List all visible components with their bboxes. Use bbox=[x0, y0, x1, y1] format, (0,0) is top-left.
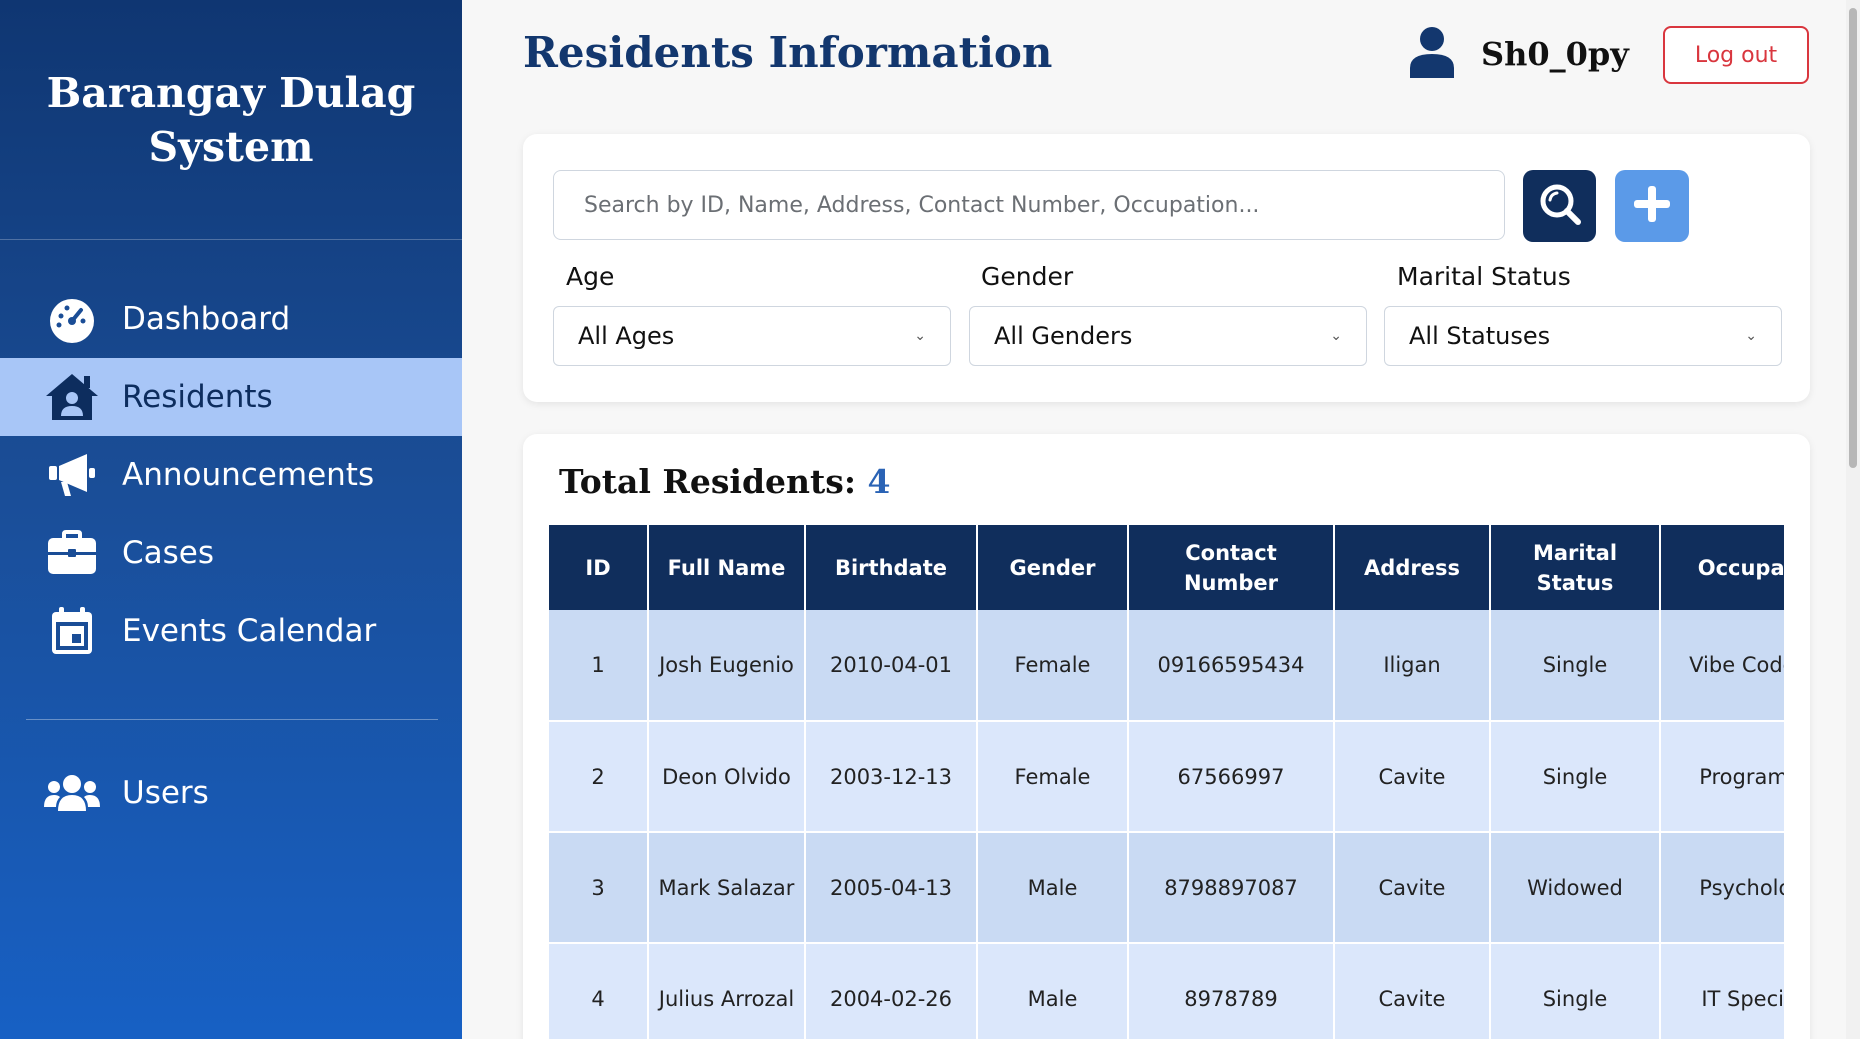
cell-name: Mark Salazar bbox=[648, 832, 806, 944]
residents-table-panel: Total Residents: 4 ID Full Name Birthdat… bbox=[523, 434, 1810, 1039]
cell-occupation: IT Specialist bbox=[1660, 943, 1784, 1039]
gender-select-value: All Genders bbox=[994, 322, 1133, 350]
total-residents: Total Residents: 4 bbox=[559, 462, 891, 501]
plus-icon bbox=[1632, 184, 1672, 228]
cell-id: 2 bbox=[549, 721, 649, 833]
cell-gender: Male bbox=[977, 943, 1129, 1039]
sidebar-item-residents[interactable]: Residents bbox=[0, 358, 462, 436]
gender-select[interactable]: All Genders ⌄ bbox=[969, 306, 1367, 366]
page-title: Residents Information bbox=[523, 28, 1053, 77]
residents-table: ID Full Name Birthdate Gender Contact Nu… bbox=[549, 525, 1784, 1039]
chevron-down-icon: ⌄ bbox=[914, 328, 926, 344]
cell-birthdate: 2004-02-26 bbox=[805, 943, 978, 1039]
cell-marital: Single bbox=[1490, 610, 1661, 722]
nav-divider bbox=[26, 719, 438, 720]
house-user-icon bbox=[44, 369, 100, 425]
cell-name: Julius Arrozal bbox=[648, 943, 806, 1039]
cell-marital: Single bbox=[1490, 943, 1661, 1039]
cell-contact: 8978789 bbox=[1128, 943, 1335, 1039]
megaphone-icon bbox=[44, 447, 100, 503]
cell-birthdate: 2005-04-13 bbox=[805, 832, 978, 944]
marital-filter-label: Marital Status bbox=[1397, 262, 1571, 291]
search-button[interactable] bbox=[1523, 170, 1596, 242]
age-select-value: All Ages bbox=[578, 322, 675, 350]
cell-gender: Female bbox=[977, 721, 1129, 833]
column-header[interactable]: Contact Number bbox=[1128, 525, 1335, 610]
column-header[interactable]: Birthdate bbox=[805, 525, 978, 610]
search-input[interactable] bbox=[553, 170, 1505, 240]
gauge-icon bbox=[44, 291, 100, 347]
cell-id: 3 bbox=[549, 832, 649, 944]
sidebar-item-announcements[interactable]: Announcements bbox=[0, 436, 462, 514]
cell-birthdate: 2003-12-13 bbox=[805, 721, 978, 833]
users-icon bbox=[44, 765, 100, 821]
search-icon bbox=[1538, 182, 1582, 230]
column-header[interactable]: Gender bbox=[977, 525, 1129, 610]
marital-select[interactable]: All Statuses ⌄ bbox=[1384, 306, 1782, 366]
cell-gender: Female bbox=[977, 610, 1129, 722]
calendar-icon bbox=[44, 603, 100, 659]
user-info: Sh0_0py bbox=[1409, 26, 1629, 82]
cell-name: Josh Eugenio bbox=[648, 610, 806, 722]
add-resident-button[interactable] bbox=[1615, 170, 1689, 242]
column-header[interactable]: Occupation bbox=[1660, 525, 1784, 610]
sidebar: Barangay Dulag System Dashboard Resident… bbox=[0, 0, 462, 1039]
cell-birthdate: 2010-04-01 bbox=[805, 610, 978, 722]
sidebar-item-events-calendar[interactable]: Events Calendar bbox=[0, 592, 462, 670]
sidebar-item-label: Events Calendar bbox=[122, 613, 377, 649]
sidebar-item-users[interactable]: Users bbox=[0, 754, 462, 832]
cell-occupation: Vibe Coderlelz bbox=[1660, 610, 1784, 722]
age-select[interactable]: All Ages ⌄ bbox=[553, 306, 951, 366]
cell-address: Cavite bbox=[1334, 721, 1491, 833]
sidebar-item-label: Residents bbox=[122, 379, 273, 415]
cell-contact: 09166595434 bbox=[1128, 610, 1335, 722]
total-label: Total Residents: bbox=[559, 462, 857, 501]
cell-contact: 67566997 bbox=[1128, 721, 1335, 833]
total-count: 4 bbox=[867, 462, 891, 501]
sidebar-nav: Dashboard Residents Announcements Cases … bbox=[0, 240, 462, 832]
table-row[interactable]: 1 Josh Eugenio 2010-04-01 Female 0916659… bbox=[549, 610, 1784, 722]
sidebar-item-label: Dashboard bbox=[122, 301, 291, 337]
cell-id: 4 bbox=[549, 943, 649, 1039]
chevron-down-icon: ⌄ bbox=[1745, 328, 1757, 344]
cell-marital: Single bbox=[1490, 721, 1661, 833]
cell-gender: Male bbox=[977, 832, 1129, 944]
table-row[interactable]: 3 Mark Salazar 2005-04-13 Male 879889708… bbox=[549, 832, 1784, 944]
cell-contact: 8798897087 bbox=[1128, 832, 1335, 944]
table-scroll-area[interactable]: ID Full Name Birthdate Gender Contact Nu… bbox=[549, 525, 1784, 1039]
page-scrollbar[interactable] bbox=[1846, 0, 1860, 1039]
table-header-row: ID Full Name Birthdate Gender Contact Nu… bbox=[549, 525, 1784, 610]
cell-occupation: Programmer bbox=[1660, 721, 1784, 833]
age-filter-label: Age bbox=[566, 262, 615, 291]
filter-panel: Age All Ages ⌄ Gender All Genders ⌄ Mari… bbox=[523, 134, 1810, 402]
brand-title: Barangay Dulag System bbox=[0, 0, 462, 240]
cell-marital: Widowed bbox=[1490, 832, 1661, 944]
cell-address: Cavite bbox=[1334, 943, 1491, 1039]
cell-id: 1 bbox=[549, 610, 649, 722]
column-header[interactable]: Full Name bbox=[648, 525, 806, 610]
column-header[interactable]: Marital Status bbox=[1490, 525, 1661, 610]
username: Sh0_0py bbox=[1481, 35, 1629, 73]
sidebar-item-cases[interactable]: Cases bbox=[0, 514, 462, 592]
cell-occupation: Psychologist bbox=[1660, 832, 1784, 944]
gender-filter-label: Gender bbox=[981, 262, 1074, 291]
scrollbar-thumb[interactable] bbox=[1849, 8, 1857, 468]
cell-name: Deon Olvido bbox=[648, 721, 806, 833]
sidebar-item-dashboard[interactable]: Dashboard bbox=[0, 280, 462, 358]
briefcase-icon bbox=[44, 525, 100, 581]
marital-select-value: All Statuses bbox=[1409, 322, 1551, 350]
sidebar-item-label: Users bbox=[122, 775, 209, 811]
cell-address: Cavite bbox=[1334, 832, 1491, 944]
chevron-down-icon: ⌄ bbox=[1330, 328, 1342, 344]
main-content: Residents Information Sh0_0py Log out Ag… bbox=[462, 0, 1860, 1039]
logout-button[interactable]: Log out bbox=[1663, 26, 1809, 84]
column-header[interactable]: Address bbox=[1334, 525, 1491, 610]
sidebar-item-label: Cases bbox=[122, 535, 215, 571]
column-header[interactable]: ID bbox=[549, 525, 649, 610]
table-row[interactable]: 4 Julius Arrozal 2004-02-26 Male 8978789… bbox=[549, 943, 1784, 1039]
table-row[interactable]: 2 Deon Olvido 2003-12-13 Female 67566997… bbox=[549, 721, 1784, 833]
sidebar-item-label: Announcements bbox=[122, 457, 375, 493]
user-icon bbox=[1409, 26, 1459, 82]
cell-address: Iligan bbox=[1334, 610, 1491, 722]
